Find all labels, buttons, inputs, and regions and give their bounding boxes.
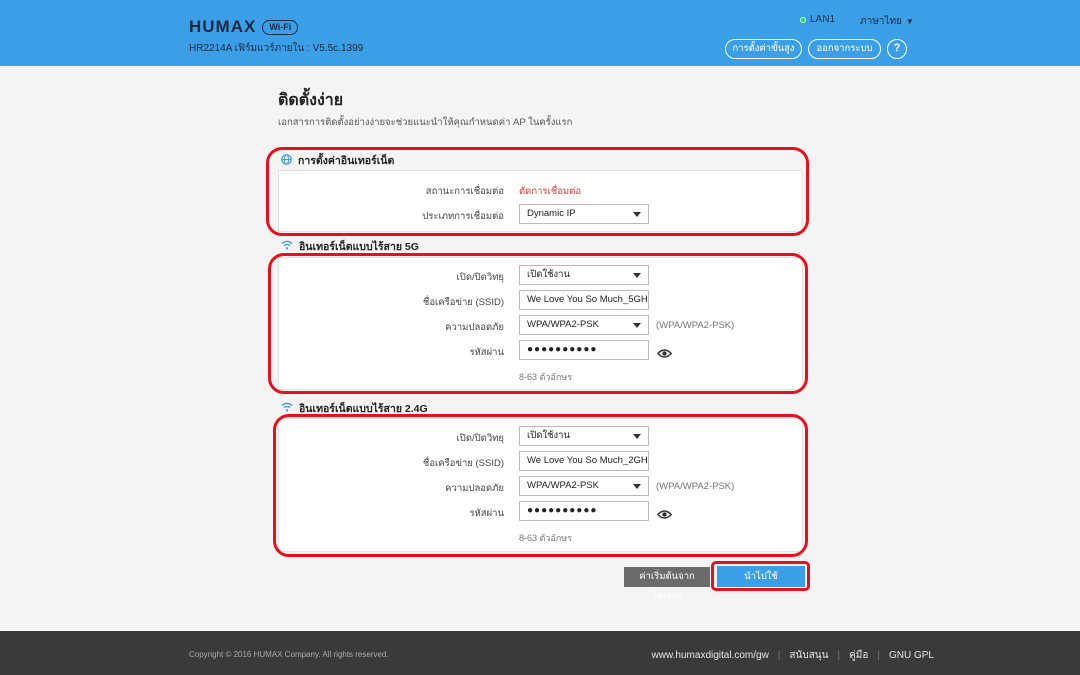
wifi-icon	[281, 240, 293, 253]
firmware-version: HR2214A เฟิร์มแวร์ภายใน : V5.5c.1399	[189, 43, 364, 54]
highlight-wifi24g	[273, 414, 808, 557]
lan-status-dot-icon	[800, 16, 806, 23]
footer-link-site[interactable]: www.humaxdigital.com/gw	[652, 650, 769, 661]
highlight-apply	[711, 561, 810, 591]
footer-separator: |	[877, 650, 880, 661]
logout-button[interactable]: ออกจากระบบ	[808, 39, 881, 59]
factory-reset-button[interactable]: ค่าเริ่มต้นจากโรงงาน	[624, 567, 710, 602]
footer-links: www.humaxdigital.com/gw | สนับสนุน | คู่…	[652, 648, 934, 663]
footer-link-support[interactable]: สนับสนุน	[789, 648, 828, 663]
advanced-settings-button[interactable]: การตั้งค่าขั้นสูง	[725, 39, 802, 59]
lan-status: LAN1	[800, 14, 835, 25]
top-header: HUMAX Wi-Fi HR2214A เฟิร์มแวร์ภายใน : V5…	[0, 0, 1080, 66]
footer-separator: |	[837, 650, 841, 661]
footer-link-gpl[interactable]: GNU GPL	[889, 650, 934, 661]
logo-text: HUMAX	[189, 17, 257, 36]
language-selector[interactable]: ภาษาไทย ▼	[860, 14, 914, 29]
logo-badge: Wi-Fi	[262, 19, 299, 35]
page-description: เอกสารการติดตั้งอย่างง่ายจะช่วยแนะนำให้ค…	[278, 117, 573, 128]
footer: Copyright © 2016 HUMAX Company. All righ…	[0, 631, 1080, 675]
footer-separator: |	[777, 650, 781, 661]
page-title: ติดตั้งง่าย	[278, 92, 344, 109]
highlight-wifi5g	[268, 253, 808, 394]
brand-logo: HUMAX Wi-Fi	[189, 17, 299, 37]
help-button[interactable]: ?	[887, 39, 907, 59]
chevron-down-icon: ▼	[905, 17, 914, 26]
highlight-internet	[266, 147, 809, 236]
language-label: ภาษาไทย	[860, 16, 902, 27]
lan-status-label: LAN1	[810, 14, 836, 25]
copyright: Copyright © 2016 HUMAX Company. All righ…	[189, 650, 389, 659]
footer-link-manual[interactable]: คู่มือ	[849, 648, 868, 663]
